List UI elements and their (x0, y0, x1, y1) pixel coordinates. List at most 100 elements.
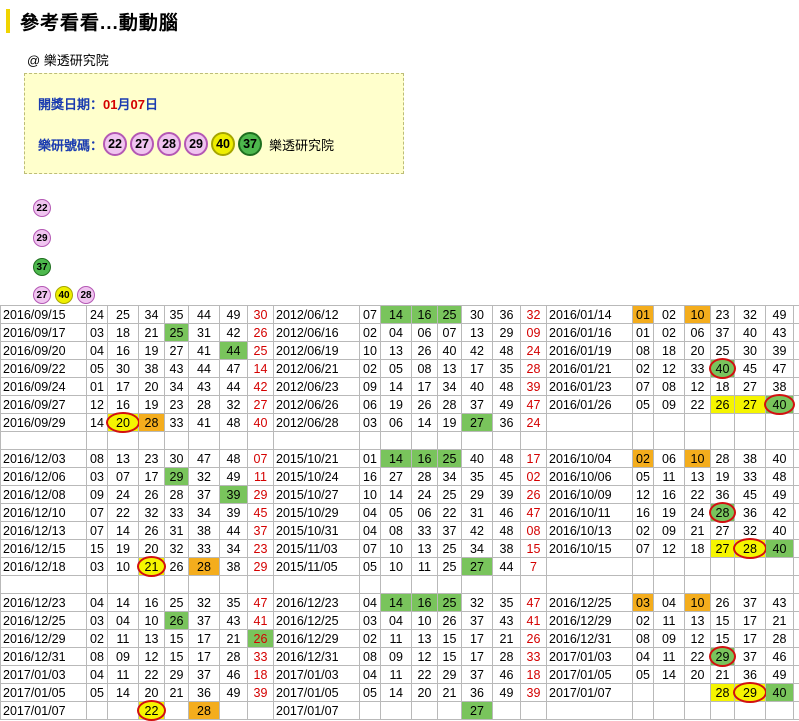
number-cell: 28 (735, 540, 766, 558)
draw-date-cell (547, 414, 633, 432)
number-cell: 28 (438, 396, 462, 414)
special-number-cell: 25 (248, 342, 274, 360)
number-cell: 23 (165, 396, 189, 414)
special-number-cell: 28 (521, 360, 547, 378)
number-cell: 42 (766, 504, 794, 522)
number-cell (685, 432, 711, 450)
table-row: 2016/12/23041416253235472016/12/23041416… (1, 594, 799, 612)
number-cell: 15 (438, 630, 462, 648)
number-group: 22 (33, 199, 55, 217)
table-row: 2016/12/10072232333439452015/10/29040506… (1, 504, 799, 522)
number-cell: 35 (493, 594, 521, 612)
number-cell (360, 432, 381, 450)
number-cell: 22 (139, 666, 165, 684)
special-number-cell: 09 (521, 324, 547, 342)
special-number-cell: 26 (794, 612, 799, 630)
number-cell: 37 (189, 486, 220, 504)
number-cell: 47 (766, 360, 794, 378)
number-cell (685, 576, 711, 594)
number-cell (735, 432, 766, 450)
number-cell: 19 (381, 396, 412, 414)
draw-date-cell: 2016/01/19 (547, 342, 633, 360)
table-row: 2016/09/24011720344344422012/06/23091417… (1, 378, 799, 396)
number-cell: 13 (412, 540, 438, 558)
number-cell: 49 (493, 396, 521, 414)
number-cell: 17 (462, 648, 493, 666)
number-cell: 10 (360, 486, 381, 504)
draw-date-cell: 2017/01/05 (1, 684, 87, 702)
number-cell: 29 (438, 666, 462, 684)
title-accent-bar (6, 9, 10, 33)
number-cell: 28 (711, 450, 735, 468)
number-ball: 27 (130, 132, 154, 156)
number-cell: 43 (220, 612, 248, 630)
number-cell (685, 558, 711, 576)
table-row: 2016/09/22053038434447142012/06/21020508… (1, 360, 799, 378)
number-cell (462, 576, 493, 594)
number-cell: 17 (412, 378, 438, 396)
number-cell: 22 (412, 666, 438, 684)
number-cell: 16 (412, 450, 438, 468)
number-cell: 38 (493, 540, 521, 558)
special-number-cell: 13 (794, 342, 799, 360)
number-cell: 14 (381, 378, 412, 396)
draw-date-cell: 2012/06/28 (274, 414, 360, 432)
number-cell: 25 (438, 486, 462, 504)
number-cell: 37 (189, 612, 220, 630)
draw-date-cell: 2015/10/31 (274, 522, 360, 540)
special-number-cell (794, 432, 799, 450)
number-cell: 21 (766, 612, 794, 630)
number-cell: 48 (493, 450, 521, 468)
draw-date-cell: 2016/12/31 (547, 630, 633, 648)
special-number-cell: 47 (521, 396, 547, 414)
number-cell: 05 (360, 558, 381, 576)
number-cell: 08 (87, 450, 108, 468)
number-cell: 10 (108, 558, 139, 576)
number-ball: 28 (77, 286, 95, 304)
special-number-cell: 32 (521, 306, 547, 324)
number-cell: 02 (633, 360, 654, 378)
draw-date-cell: 2015/10/21 (274, 450, 360, 468)
number-cell: 21 (711, 666, 735, 684)
special-number-cell: 13 (794, 396, 799, 414)
number-cell: 03 (87, 612, 108, 630)
number-cell: 11 (654, 648, 685, 666)
number-cell: 08 (360, 648, 381, 666)
number-cell: 44 (220, 522, 248, 540)
number-cell: 14 (108, 522, 139, 540)
number-cell: 36 (493, 306, 521, 324)
number-cell: 02 (87, 630, 108, 648)
special-number-cell (794, 576, 799, 594)
number-cell (381, 432, 412, 450)
number-cell: 16 (412, 594, 438, 612)
number-cell: 15 (165, 648, 189, 666)
special-number-cell: 26 (794, 306, 799, 324)
special-number-cell (521, 432, 547, 450)
number-cell: 04 (381, 612, 412, 630)
number-cell: 10 (381, 558, 412, 576)
draw-date-cell: 2017/01/05 (547, 666, 633, 684)
number-cell: 08 (412, 360, 438, 378)
number-cell: 40 (766, 450, 794, 468)
number-cell: 10 (139, 612, 165, 630)
number-cell: 43 (189, 378, 220, 396)
number-cell: 44 (189, 306, 220, 324)
number-cell: 05 (87, 360, 108, 378)
special-number-cell: 14 (248, 360, 274, 378)
number-cell: 30 (108, 360, 139, 378)
number-cell: 20 (139, 684, 165, 702)
draw-date-cell: 2012/06/21 (274, 360, 360, 378)
draw-date-cell: 2015/10/24 (274, 468, 360, 486)
number-ball: 29 (184, 132, 208, 156)
number-cell: 09 (654, 396, 685, 414)
number-ball: 29 (33, 229, 51, 247)
number-cell (87, 432, 108, 450)
number-cell (139, 576, 165, 594)
table-row: 2017/01/03041122293746182017/01/03041122… (1, 666, 799, 684)
number-cell: 15 (87, 540, 108, 558)
number-cell (766, 558, 794, 576)
number-cell: 36 (493, 414, 521, 432)
draw-date-cell: 2012/06/16 (274, 324, 360, 342)
number-cell: 12 (654, 360, 685, 378)
number-cell: 40 (766, 396, 794, 414)
